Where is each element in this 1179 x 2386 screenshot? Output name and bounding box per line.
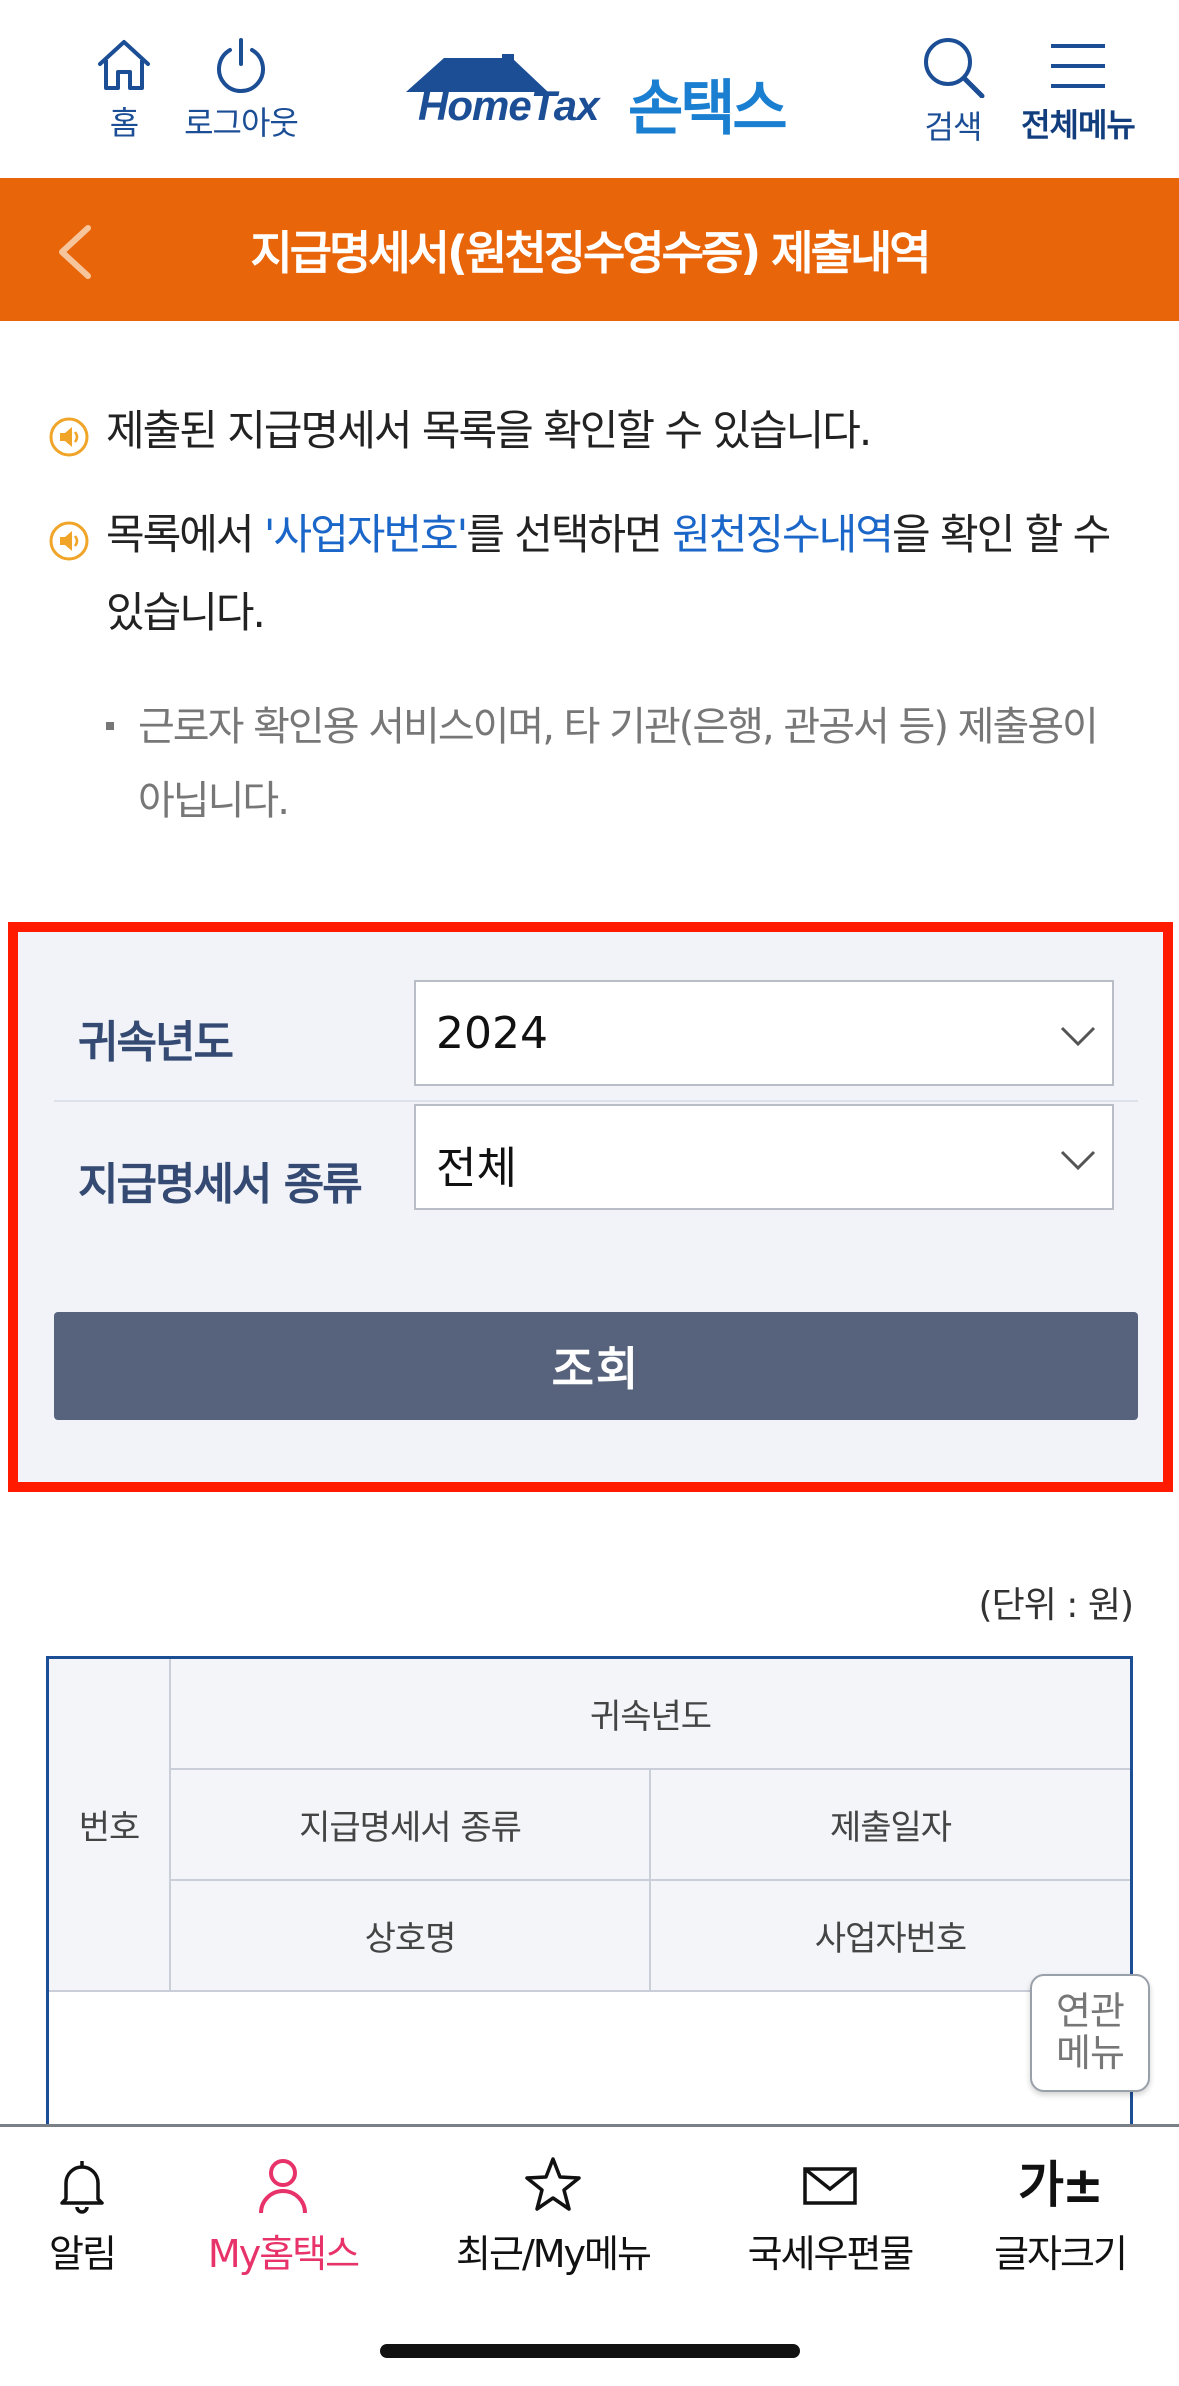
related-menu-line1: 연관 — [1056, 1989, 1125, 2033]
notice-text-2: 목록에서 '사업자번호'를 선택하면 원천징수내역을 확인 할 수 있습니다. — [48, 496, 1138, 652]
notice-text-1: 제출된 지급명세서 목록을 확인할 수 있습니다. — [106, 406, 872, 455]
user-icon — [259, 2159, 307, 2214]
search-submit-button[interactable]: 조회 — [54, 1312, 1138, 1420]
power-icon — [217, 38, 265, 94]
kind-select[interactable]: 전체 — [414, 1104, 1114, 1210]
result-table: 번호 귀속년도 지급명세서 종류 제출일자 상호명 사업자번호 — [46, 1656, 1133, 2126]
page-title-bar: 지급명세서(원천징수영수증) 제출내역 — [0, 178, 1179, 321]
chevron-down-icon — [1060, 1026, 1096, 1047]
notice-text-mid: 를 선택하면 — [466, 510, 673, 559]
home-label: 홈 — [109, 104, 139, 142]
hamburger-menu-icon — [1051, 44, 1105, 88]
search-form: 귀속년도 2024 지급명세서 종류 전체 조회 — [8, 922, 1173, 1492]
home-button[interactable]: 홈 — [88, 36, 160, 144]
sub-note: 근로자 확인용 서비스이며, 타 기관(은행, 관공서 등) 제출용이 아닙니다… — [106, 690, 1126, 838]
nav-tax-mail[interactable]: 국세우편물 — [730, 2155, 930, 2278]
home-icon — [98, 40, 150, 90]
sub-note-text: 근로자 확인용 서비스이며, 타 기관(은행, 관공서 등) 제출용이 아닙니다… — [138, 704, 1099, 824]
logo-korean: 손택스 — [628, 74, 788, 144]
year-select[interactable]: 2024 — [414, 980, 1114, 1086]
header-kind: 지급명세서 종류 — [171, 1770, 651, 1881]
kind-row: 지급명세서 종류 전체 — [54, 1104, 1138, 1244]
year-value: 2024 — [436, 1008, 548, 1059]
withholding-details-link-text: 원천징수내역 — [672, 510, 894, 559]
unit-note: (단위 : 원) — [978, 1585, 1134, 1626]
header-number: 번호 — [49, 1659, 171, 1992]
logout-button[interactable]: 로그아웃 — [178, 36, 304, 144]
nav-my-hometax-label: My홈택스 — [207, 2232, 360, 2276]
full-menu-button[interactable]: 전체메뉴 — [1008, 36, 1148, 146]
notice-item: 제출된 지급명세서 목록을 확인할 수 있습니다. — [48, 392, 1138, 470]
mail-icon — [803, 2167, 857, 2205]
business-number-link-text: '사업자번호' — [263, 510, 468, 559]
nav-recent-label: 최근/My메뉴 — [456, 2232, 652, 2276]
hometax-logo[interactable]: HomeTax 손택스 — [396, 52, 796, 144]
search-icon — [924, 38, 985, 98]
notice-item: 목록에서 '사업자번호'를 선택하면 원천징수내역을 확인 할 수 있습니다. — [48, 496, 1138, 652]
nav-recent-my-menu[interactable]: 최근/My메뉴 — [448, 2155, 658, 2278]
nav-font-size-label: 글자크기 — [994, 2232, 1128, 2276]
header-company-name: 상호명 — [171, 1881, 651, 1992]
app-header: 홈 로그아웃 HomeTax 손택스 검색 전체메뉴 — [0, 0, 1179, 178]
header-submit-date: 제출일자 — [651, 1770, 1130, 1881]
font-size-icon: 가± — [1018, 2156, 1104, 2214]
year-row: 귀속년도 2024 — [54, 962, 1138, 1102]
nav-alarm-label: 알림 — [49, 2232, 117, 2276]
logo-english: HomeTax — [418, 82, 600, 129]
star-icon — [525, 2157, 581, 2211]
notice-text-prefix: 목록에서 — [106, 510, 264, 559]
back-arrow-icon[interactable] — [52, 222, 100, 282]
nav-mail-label: 국세우편물 — [747, 2232, 915, 2276]
search-button[interactable]: 검색 — [908, 36, 998, 148]
header-year: 귀속년도 — [171, 1659, 1130, 1770]
kind-label: 지급명세서 종류 — [78, 1159, 363, 1210]
nav-font-size[interactable]: 가± 글자크기 — [980, 2155, 1140, 2278]
bell-icon — [60, 2161, 104, 2214]
page-title: 지급명세서(원천징수영수증) 제출내역 — [250, 225, 931, 280]
nav-my-hometax[interactable]: My홈택스 — [198, 2155, 368, 2278]
kind-value: 전체 — [436, 1143, 517, 1194]
year-label: 귀속년도 — [78, 1017, 234, 1068]
chevron-down-icon — [1060, 1150, 1096, 1171]
nav-alarm[interactable]: 알림 — [32, 2155, 132, 2278]
logout-label: 로그아웃 — [184, 104, 299, 142]
bullet-dot — [106, 722, 114, 730]
related-menu-line2: 메뉴 — [1056, 2031, 1125, 2075]
home-indicator — [380, 2344, 800, 2358]
related-menu-button[interactable]: 연관 메뉴 — [1030, 1974, 1150, 2092]
speaker-icon — [49, 417, 89, 457]
speaker-icon — [49, 521, 89, 561]
search-label: 검색 — [924, 108, 983, 146]
full-menu-label: 전체메뉴 — [1021, 106, 1136, 144]
